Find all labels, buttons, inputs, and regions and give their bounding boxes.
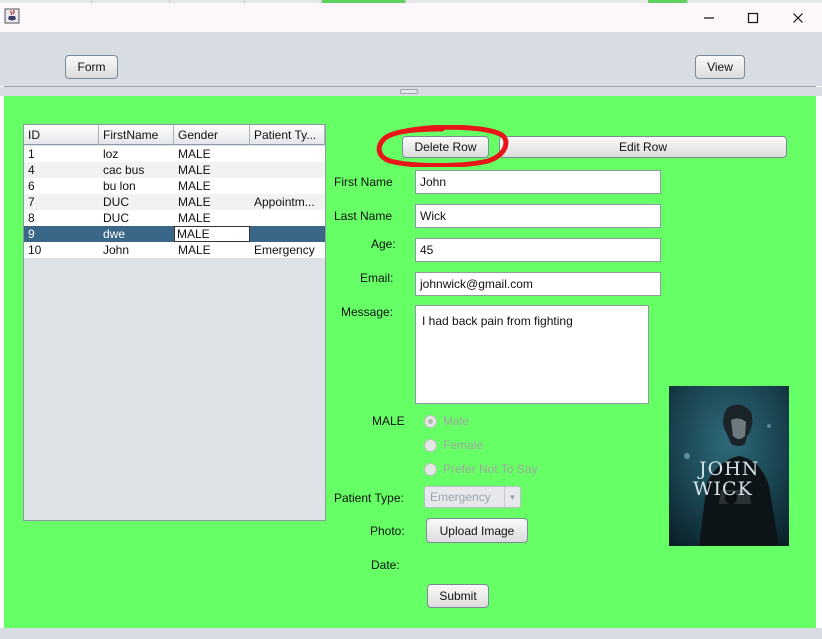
cell-id: 4 bbox=[28, 163, 35, 177]
column-header-firstname[interactable]: FirstName bbox=[99, 125, 174, 145]
cell-id: 9 bbox=[28, 227, 35, 241]
table-header: ID FirstName Gender Patient Ty... bbox=[24, 125, 325, 145]
edit-row-button[interactable]: Edit Row bbox=[499, 136, 787, 158]
form-button[interactable]: Form bbox=[65, 55, 118, 79]
cell-firstname: DUC bbox=[103, 211, 129, 225]
delete-row-button[interactable]: Delete Row bbox=[402, 136, 489, 158]
column-header-id[interactable]: ID bbox=[24, 125, 99, 145]
title-bar bbox=[0, 3, 822, 32]
column-header-gender[interactable]: Gender bbox=[174, 125, 250, 145]
cell-patient-type bbox=[250, 162, 325, 178]
last-name-label: Last Name bbox=[334, 209, 393, 223]
upload-image-button[interactable]: Upload Image bbox=[426, 518, 528, 543]
cell-gender: MALE bbox=[178, 179, 211, 193]
cell-patient-type: Emergency bbox=[254, 243, 315, 257]
table-row[interactable]: 1 loz MALE bbox=[24, 146, 325, 162]
gender-label: MALE bbox=[372, 414, 405, 428]
cell-id: 1 bbox=[28, 147, 35, 161]
chevron-down-icon: ▼ bbox=[504, 487, 520, 507]
cell-gender: MALE bbox=[178, 163, 211, 177]
divider-grip[interactable] bbox=[400, 89, 418, 94]
table-row-selected[interactable]: 9 dwe MALE bbox=[24, 226, 325, 242]
date-label: Date: bbox=[371, 558, 400, 572]
view-button[interactable]: View bbox=[695, 55, 745, 79]
first-name-label: First Name bbox=[334, 175, 393, 189]
cell-gender: MALE bbox=[178, 211, 211, 225]
patient-table[interactable]: ID FirstName Gender Patient Ty... 1 loz … bbox=[23, 124, 326, 521]
gender-radio-prefer-not[interactable]: Prefer Not To Say bbox=[424, 462, 538, 476]
poster-title-line1: JOHN bbox=[699, 458, 760, 480]
cell-firstname: cac bus bbox=[103, 163, 145, 177]
radio-label: Prefer Not To Say bbox=[443, 462, 538, 476]
cell-gender: MALE bbox=[178, 147, 211, 161]
close-button[interactable] bbox=[775, 3, 821, 32]
cell-id: 10 bbox=[28, 243, 42, 257]
cell-id: 6 bbox=[28, 179, 35, 193]
age-field[interactable]: 45 bbox=[415, 238, 661, 262]
table-body: 1 loz MALE 4 cac bus MALE 6 bu lon MALE … bbox=[24, 146, 325, 258]
age-label: Age: bbox=[371, 237, 396, 251]
bottom-strip bbox=[0, 628, 822, 639]
radio-icon bbox=[424, 462, 437, 476]
cell-patient-type: Appointm... bbox=[254, 195, 315, 209]
cell-firstname: bu lon bbox=[103, 179, 136, 193]
minimize-icon bbox=[704, 16, 714, 19]
close-icon bbox=[793, 12, 803, 23]
radio-selected-icon bbox=[424, 414, 437, 428]
radio-label: Male bbox=[443, 414, 470, 428]
cell-patient-type bbox=[250, 178, 325, 194]
gender-radio-male[interactable]: Male bbox=[424, 414, 469, 428]
top-toolbar: Form View bbox=[0, 32, 822, 86]
patient-type-value: Emergency bbox=[430, 490, 491, 504]
cell-gender-editor[interactable]: MALE bbox=[174, 226, 250, 242]
cell-patient-type bbox=[250, 146, 325, 162]
minimize-button[interactable] bbox=[686, 3, 732, 32]
photo-label: Photo: bbox=[370, 524, 405, 538]
email-field[interactable]: johnwick@gmail.com bbox=[415, 272, 661, 296]
last-name-field[interactable]: Wick bbox=[415, 204, 661, 228]
cell-gender: MALE bbox=[178, 195, 211, 209]
cell-id: 7 bbox=[28, 195, 35, 209]
cell-firstname: dwe bbox=[103, 227, 126, 241]
email-label: Email: bbox=[360, 271, 394, 285]
maximize-icon bbox=[747, 12, 759, 23]
radio-label: Female bbox=[443, 438, 484, 452]
java-cup-icon bbox=[4, 8, 20, 24]
column-header-patient-type[interactable]: Patient Ty... bbox=[250, 125, 325, 145]
table-row[interactable]: 8 DUC MALE bbox=[24, 210, 325, 226]
patient-photo: JOHN WICK bbox=[669, 386, 789, 546]
cell-patient-type bbox=[250, 226, 325, 242]
table-row[interactable]: 7 DUC MALE Appointm... bbox=[24, 194, 325, 210]
poster-title-line2: WICK bbox=[693, 478, 753, 500]
patient-type-label: Patient Type: bbox=[334, 491, 404, 505]
first-name-field[interactable]: John bbox=[415, 170, 661, 194]
cell-firstname: DUC bbox=[103, 195, 129, 209]
radio-icon bbox=[424, 438, 437, 452]
cell-firstname: loz bbox=[103, 147, 119, 161]
cell-gender: MALE bbox=[178, 243, 211, 257]
table-row[interactable]: 10 John MALE Emergency bbox=[24, 242, 325, 258]
cell-patient-type bbox=[250, 210, 325, 226]
table-row[interactable]: 6 bu lon MALE bbox=[24, 178, 325, 194]
table-row[interactable]: 4 cac bus MALE bbox=[24, 162, 325, 178]
submit-button[interactable]: Submit bbox=[427, 584, 489, 608]
message-label: Message: bbox=[341, 305, 394, 319]
patient-type-select[interactable]: Emergency ▼ bbox=[424, 486, 521, 508]
cell-id: 8 bbox=[28, 211, 35, 225]
maximize-button[interactable] bbox=[730, 3, 776, 32]
message-textarea[interactable]: I had back pain from fighting bbox=[415, 305, 649, 404]
cell-firstname: John bbox=[103, 243, 130, 257]
gender-radio-female[interactable]: Female bbox=[424, 438, 483, 452]
